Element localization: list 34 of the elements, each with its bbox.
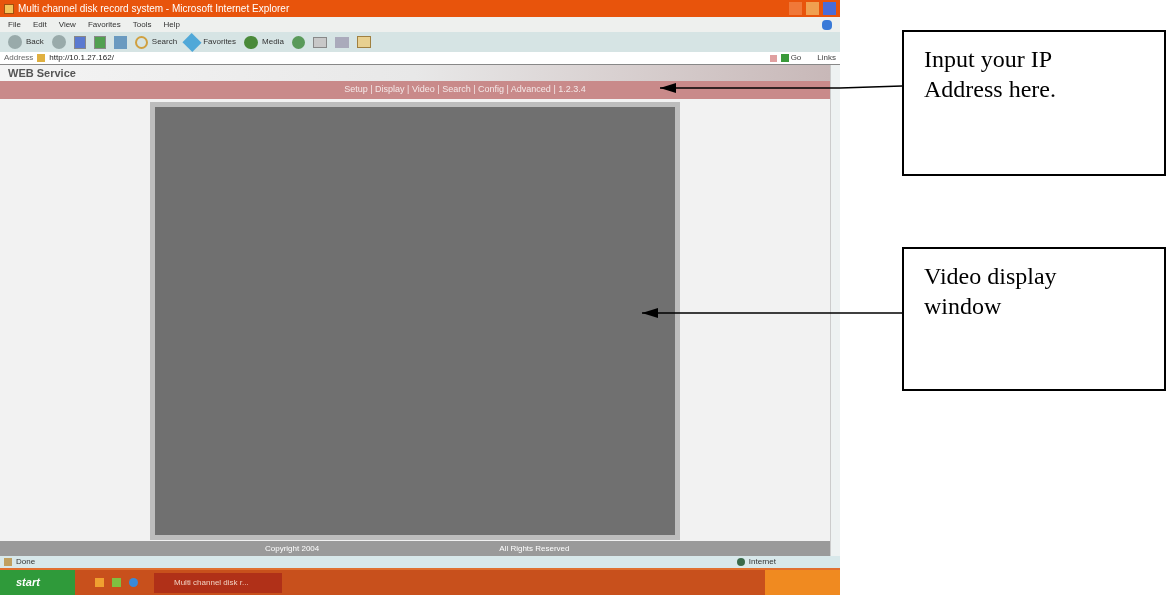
zone-text: Internet xyxy=(748,556,776,568)
start-button[interactable]: start xyxy=(0,570,75,595)
rights-text: All Rights Reserved xyxy=(499,542,570,555)
menu-item[interactable]: Help xyxy=(163,18,180,31)
copyright-text: Copyright 2004 xyxy=(265,542,320,555)
media-icon xyxy=(244,35,259,49)
app-icon xyxy=(4,3,14,14)
taskbar-button[interactable]: Multi channel disk r... xyxy=(154,572,282,593)
menu-item[interactable]: Favorites xyxy=(87,18,121,31)
close-button[interactable] xyxy=(823,2,836,15)
address-field[interactable]: http://10.1.27.162/ xyxy=(37,52,766,64)
menu-item[interactable]: Edit xyxy=(32,18,47,31)
status-text: Done xyxy=(16,556,36,568)
links-button[interactable]: Links xyxy=(817,52,836,64)
menu-item[interactable]: View xyxy=(58,18,76,31)
address-label: Address xyxy=(4,52,34,64)
menu-item[interactable]: File xyxy=(8,18,21,31)
page-icon xyxy=(4,558,12,566)
callout-box: Input your IP Address here. xyxy=(902,30,1166,176)
window-title: Multi channel disk record system - Microsoft Internet Explorer xyxy=(18,2,290,16)
magnifier-icon xyxy=(134,35,148,49)
callout-box: Video display window xyxy=(902,247,1166,391)
maximize-button[interactable] xyxy=(806,2,819,15)
menu-item[interactable]: Tools xyxy=(132,18,152,31)
toolbar-button[interactable]: Favorites xyxy=(185,35,237,49)
scrollbar[interactable] xyxy=(830,65,840,556)
toolbar-button[interactable]: Search xyxy=(134,35,178,49)
back-icon xyxy=(8,35,22,49)
minimize-button[interactable] xyxy=(789,2,802,15)
toolbar-button[interactable]: Back xyxy=(8,35,44,49)
go-button[interactable]: Go xyxy=(780,52,802,64)
toolbar-button[interactable]: Media xyxy=(244,35,284,49)
globe-icon xyxy=(736,558,745,566)
brand-title: WEB Service xyxy=(8,65,76,81)
